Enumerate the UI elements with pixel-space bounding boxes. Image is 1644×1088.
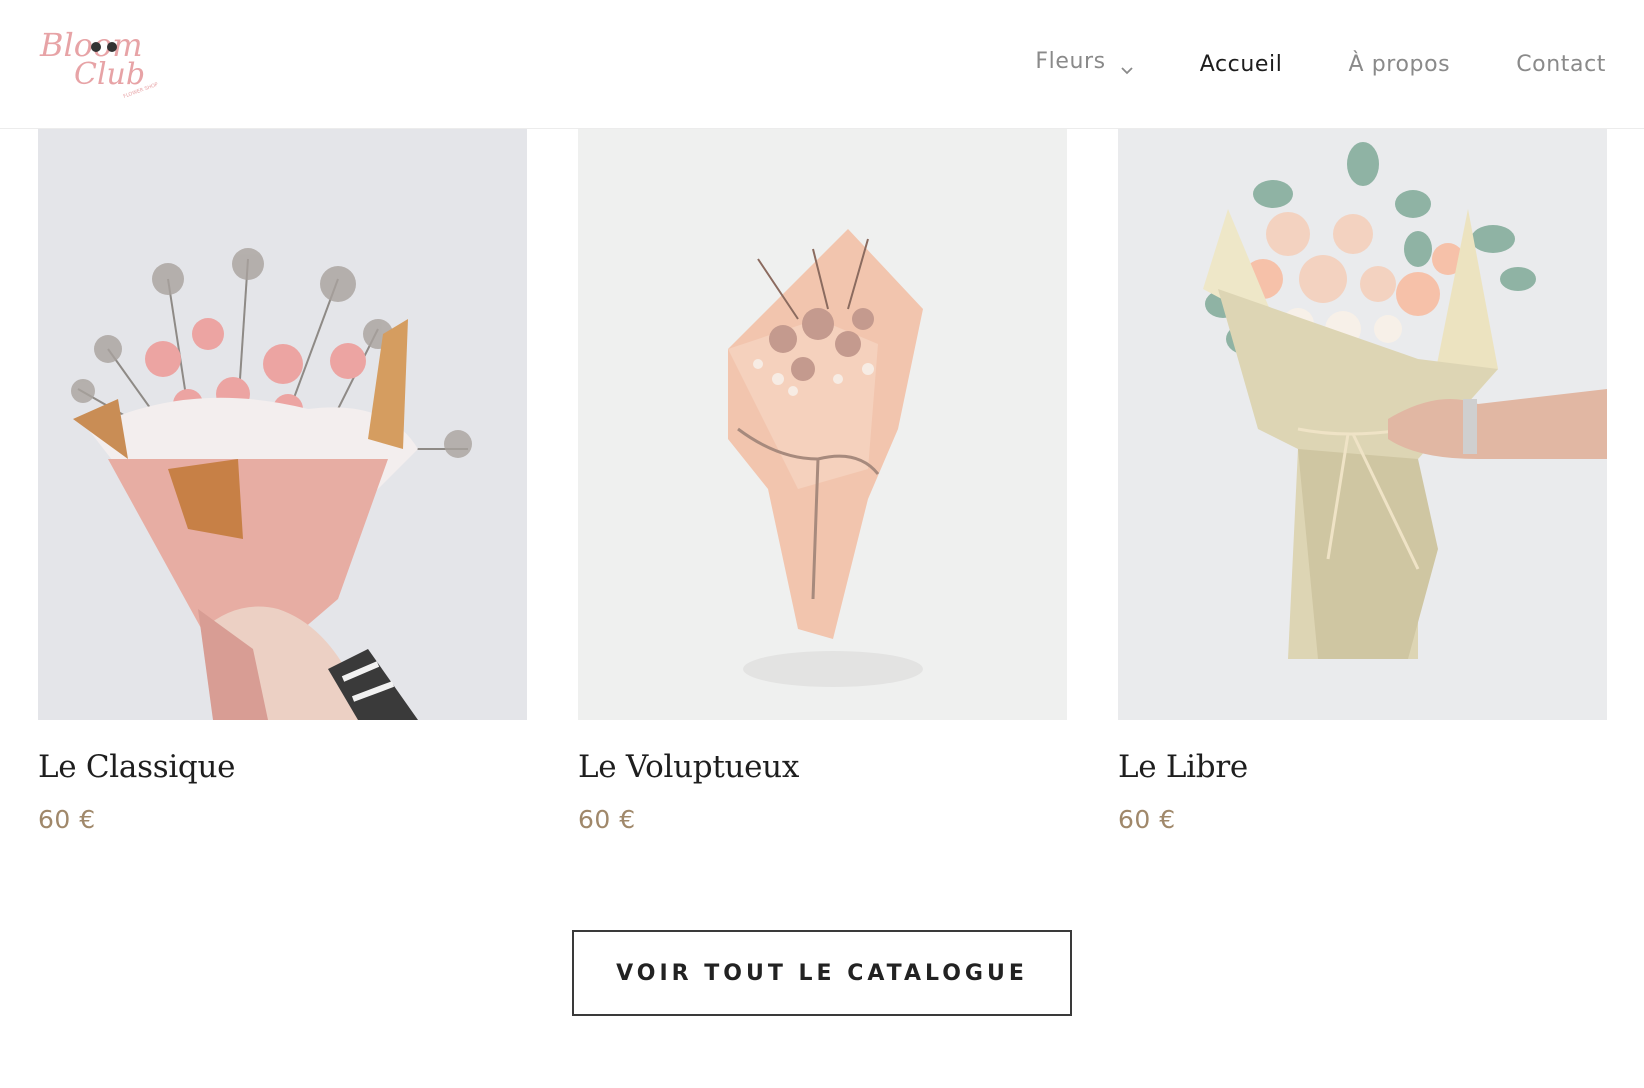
- product-image-le-libre[interactable]: [1118, 129, 1607, 720]
- product-price: 60 €: [38, 805, 96, 834]
- product-card[interactable]: Le Voluptueux 60 €: [578, 129, 1067, 834]
- product-price: 60 €: [578, 805, 636, 834]
- product-title[interactable]: Le Voluptueux: [578, 749, 799, 785]
- product-title[interactable]: Le Libre: [1118, 749, 1248, 785]
- nav-item-fleurs[interactable]: Fleurs: [1035, 49, 1133, 74]
- product-title[interactable]: Le Classique: [38, 749, 236, 785]
- nav-item-label: Fleurs: [1035, 49, 1106, 74]
- chevron-down-icon: [1120, 57, 1134, 74]
- nav-item-contact[interactable]: Contact: [1516, 52, 1606, 77]
- view-catalogue-button[interactable]: VOIR TOUT LE CATALOGUE: [572, 930, 1072, 1016]
- product-card[interactable]: Le Libre 60 €: [1118, 129, 1607, 834]
- svg-text:Club: Club: [74, 57, 145, 92]
- product-image-le-classique[interactable]: [38, 129, 527, 720]
- nav-item-label: Accueil: [1199, 52, 1283, 77]
- product-card[interactable]: Le Classique 60 €: [38, 129, 527, 834]
- product-price: 60 €: [1118, 805, 1176, 834]
- nav-item-a-propos[interactable]: À propos: [1348, 52, 1450, 77]
- nav-item-label: À propos: [1348, 52, 1451, 77]
- main-nav: Fleurs Accueil À propos Contact: [1035, 0, 1606, 129]
- product-image-le-voluptueux[interactable]: [578, 129, 1067, 720]
- site-header: Bloom Club FLOWER SHOP Fleurs Accueil À …: [0, 0, 1644, 129]
- nav-item-accueil[interactable]: Accueil: [1200, 52, 1283, 77]
- bloom-club-logo[interactable]: Bloom Club FLOWER SHOP: [38, 22, 164, 102]
- nav-item-label: Contact: [1516, 52, 1606, 77]
